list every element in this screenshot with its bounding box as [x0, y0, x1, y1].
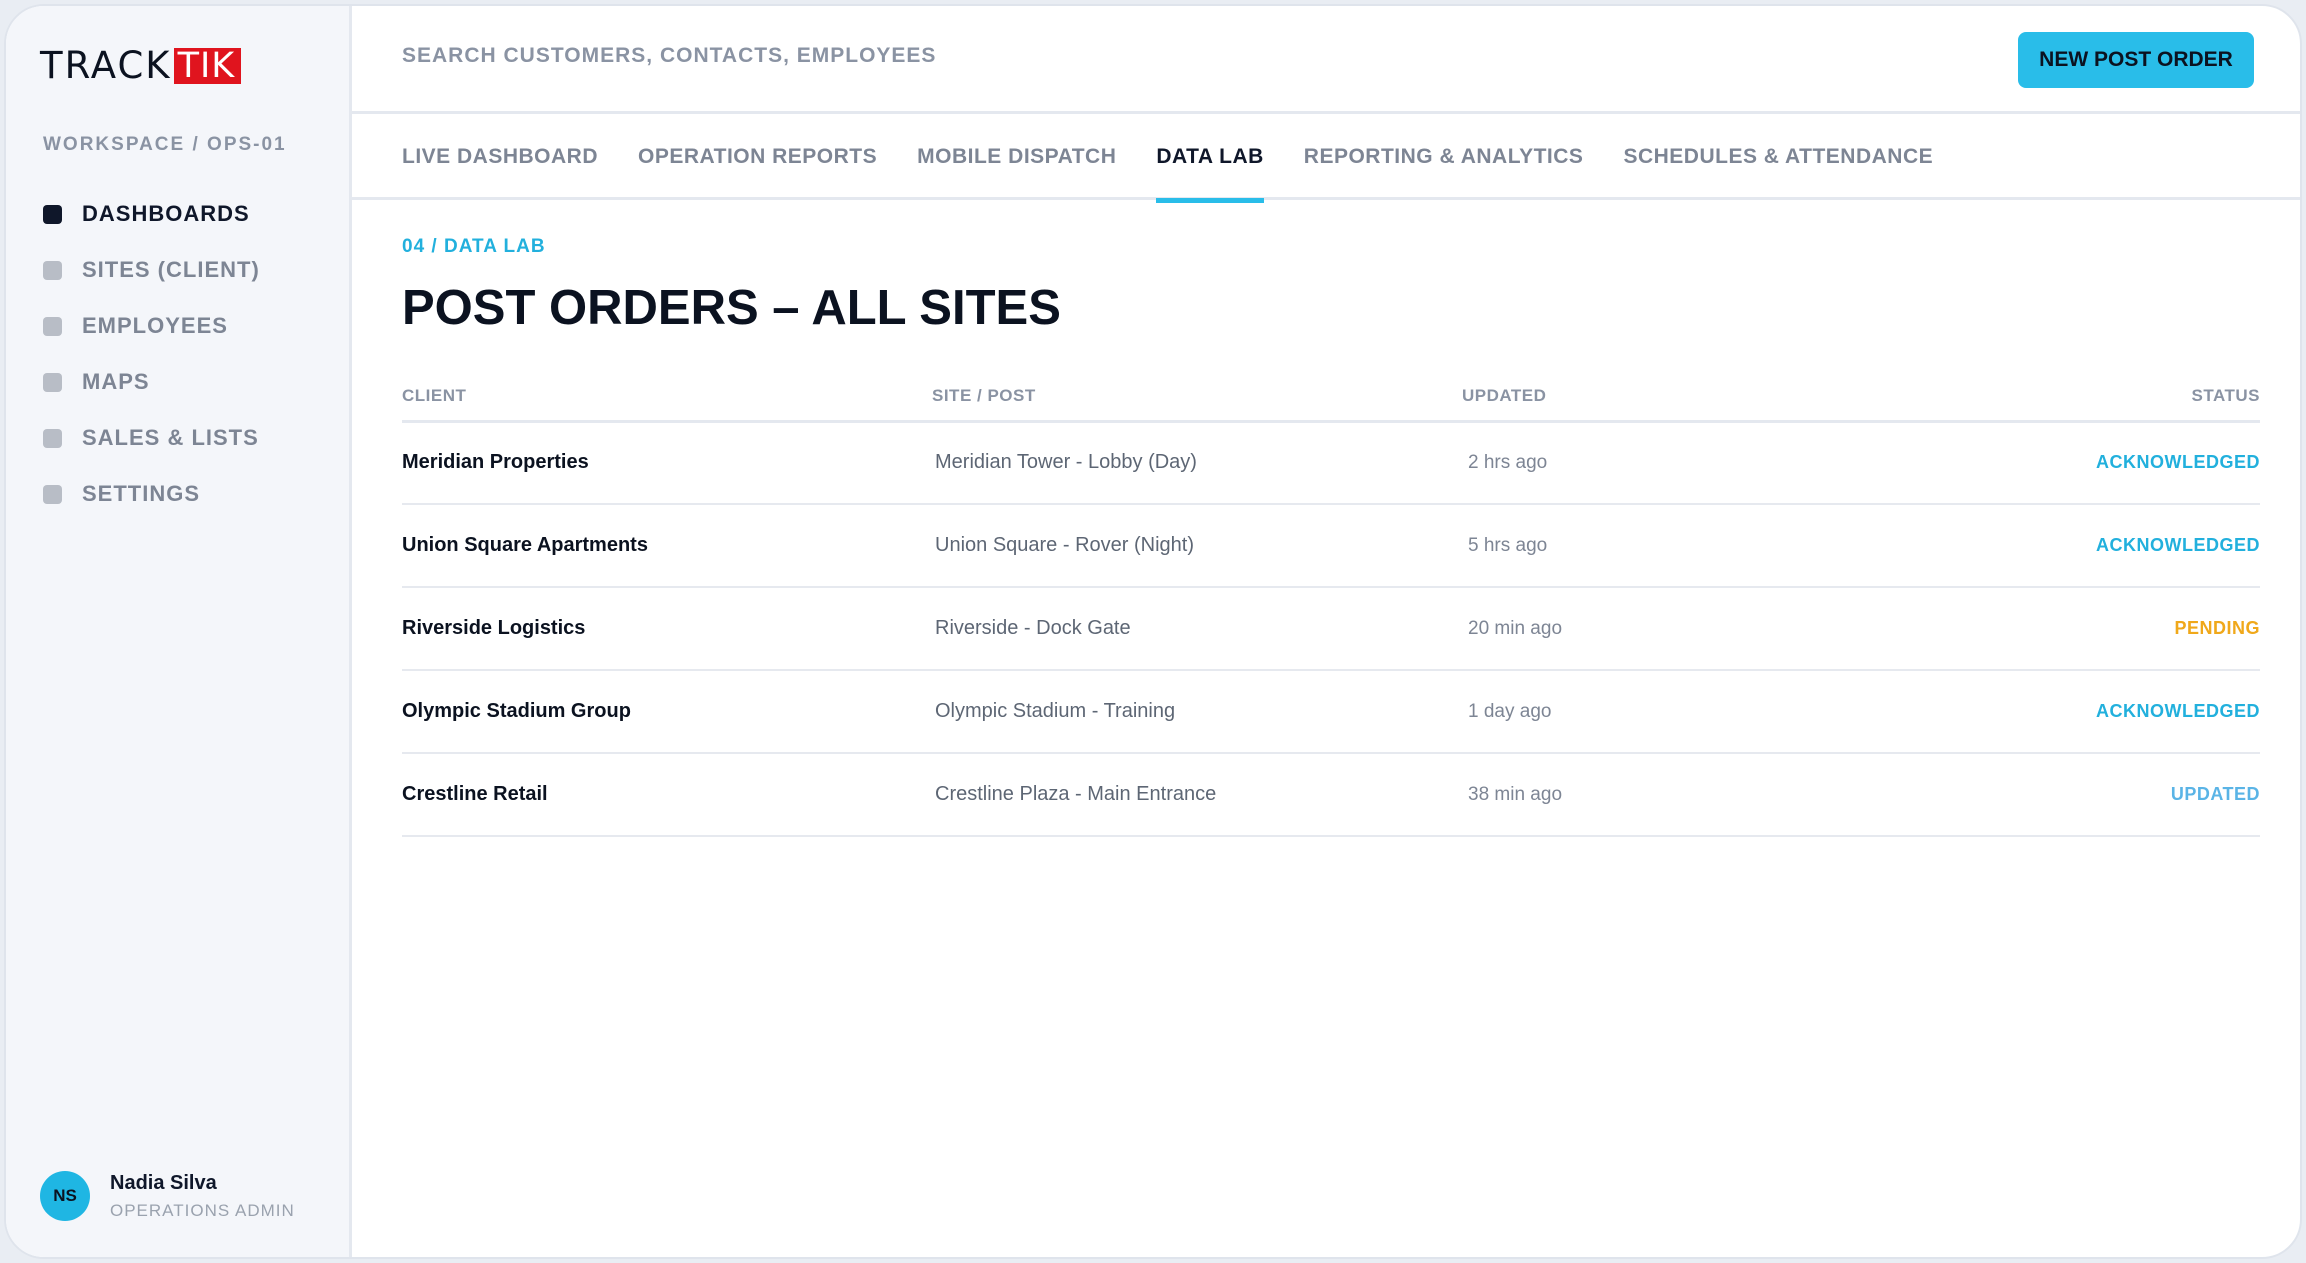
- table-row[interactable]: Union Square Apartments Union Square - R…: [402, 504, 2260, 588]
- sidebar-item-label: SALES & LISTS: [82, 425, 259, 450]
- sidebar-item-employees[interactable]: EMPLOYEES: [43, 298, 260, 354]
- sidebar-item-sites[interactable]: SITES (CLIENT): [43, 242, 260, 298]
- updated-cell: 38 min ago: [1462, 753, 1862, 837]
- logo-text-tik: TIK: [173, 48, 242, 84]
- workspace-label: WORKSPACE / OPS-01: [43, 134, 287, 155]
- updated-cell: 20 min ago: [1462, 587, 1862, 671]
- top-bar: NEW POST ORDER: [352, 6, 2300, 114]
- status-badge: ACKNOWLEDGED: [1862, 421, 2260, 505]
- table-row[interactable]: Crestline Retail Crestline Plaza - Main …: [402, 753, 2260, 837]
- table-row[interactable]: Olympic Stadium Group Olympic Stadium - …: [402, 670, 2260, 754]
- sidebar-item-settings[interactable]: SETTINGS: [43, 466, 260, 522]
- client-cell: Olympic Stadium Group: [402, 670, 932, 754]
- new-post-order-button[interactable]: NEW POST ORDER: [2018, 32, 2254, 88]
- client-cell: Crestline Retail: [402, 753, 932, 837]
- client-cell: Riverside Logistics: [402, 587, 932, 671]
- status-badge: UPDATED: [1862, 753, 2260, 837]
- updated-cell: 5 hrs ago: [1462, 504, 1862, 588]
- updated-cell: 2 hrs ago: [1462, 421, 1862, 505]
- status-badge: ACKNOWLEDGED: [1862, 670, 2260, 754]
- user-role: OPERATIONS ADMIN: [110, 1200, 295, 1220]
- sidebar-item-label: DASHBOARDS: [82, 201, 250, 226]
- search-input[interactable]: [402, 44, 1102, 68]
- logo-text-track: TRACK: [40, 44, 172, 87]
- user-profile[interactable]: NS Nadia Silva OPERATIONS ADMIN: [40, 1171, 295, 1221]
- nav-square-icon: [43, 260, 62, 280]
- breadcrumb: 04 / DATA LAB: [402, 236, 546, 257]
- column-header-site[interactable]: SITE / POST: [932, 386, 1462, 423]
- nav-square-icon: [43, 204, 62, 224]
- column-header-status[interactable]: STATUS: [1862, 386, 2260, 423]
- site-cell: Crestline Plaza - Main Entrance: [932, 753, 1462, 837]
- sidebar-item-label: EMPLOYEES: [82, 313, 228, 338]
- tab-bar: LIVE DASHBOARD OPERATION REPORTS MOBILE …: [352, 114, 2300, 203]
- table-row[interactable]: Riverside Logistics Riverside - Dock Gat…: [402, 587, 2260, 671]
- nav-square-icon: [43, 428, 62, 448]
- nav-square-icon: [43, 484, 62, 504]
- status-badge: ACKNOWLEDGED: [1862, 504, 2260, 588]
- main-content: 04 / DATA LAB POST ORDERS – ALL SITES CL…: [402, 200, 2260, 837]
- user-info: Nadia Silva OPERATIONS ADMIN: [110, 1172, 295, 1221]
- site-cell: Riverside - Dock Gate: [932, 587, 1462, 671]
- page-title: POST ORDERS – ALL SITES: [402, 281, 1061, 335]
- tracktik-logo[interactable]: TRACK TIK: [40, 44, 242, 87]
- tab-data-lab[interactable]: DATA LAB: [1156, 114, 1265, 203]
- sidebar: TRACK TIK WORKSPACE / OPS-01 DASHBOARDS …: [6, 6, 352, 1257]
- tab-operation-reports[interactable]: OPERATION REPORTS: [638, 114, 877, 200]
- status-badge: PENDING: [1862, 587, 2260, 671]
- client-cell: Meridian Properties: [402, 421, 932, 505]
- tab-mobile-dispatch[interactable]: MOBILE DISPATCH: [917, 114, 1116, 200]
- sidebar-item-dashboards[interactable]: DASHBOARDS: [43, 186, 260, 242]
- sidebar-nav: DASHBOARDS SITES (CLIENT) EMPLOYEES MAPS…: [43, 186, 260, 522]
- nav-square-icon: [43, 372, 62, 392]
- sidebar-item-sales-lists[interactable]: SALES & LISTS: [43, 410, 260, 466]
- table-header-row: CLIENT SITE / POST UPDATED STATUS: [402, 386, 2260, 423]
- updated-cell: 1 day ago: [1462, 670, 1862, 754]
- tab-schedules-attendance[interactable]: SCHEDULES & ATTENDANCE: [1623, 114, 1933, 200]
- column-header-updated[interactable]: UPDATED: [1462, 386, 1862, 423]
- column-header-client[interactable]: CLIENT: [402, 386, 932, 423]
- client-cell: Union Square Apartments: [402, 504, 932, 588]
- site-cell: Olympic Stadium - Training: [932, 670, 1462, 754]
- nav-square-icon: [43, 316, 62, 336]
- app-window: TRACK TIK WORKSPACE / OPS-01 DASHBOARDS …: [4, 4, 2302, 1259]
- sidebar-item-maps[interactable]: MAPS: [43, 354, 260, 410]
- site-cell: Meridian Tower - Lobby (Day): [932, 421, 1462, 505]
- avatar: NS: [40, 1171, 90, 1221]
- sidebar-item-label: SETTINGS: [82, 481, 201, 506]
- site-cell: Union Square - Rover (Night): [932, 504, 1462, 588]
- table-row[interactable]: Meridian Properties Meridian Tower - Lob…: [402, 421, 2260, 505]
- post-orders-table: CLIENT SITE / POST UPDATED STATUS Meridi…: [402, 386, 2260, 837]
- user-name: Nadia Silva: [110, 1171, 217, 1194]
- tab-live-dashboard[interactable]: LIVE DASHBOARD: [402, 114, 598, 200]
- tab-reporting-analytics[interactable]: REPORTING & ANALYTICS: [1304, 114, 1584, 200]
- sidebar-item-label: SITES (CLIENT): [82, 257, 260, 282]
- sidebar-item-label: MAPS: [82, 369, 150, 394]
